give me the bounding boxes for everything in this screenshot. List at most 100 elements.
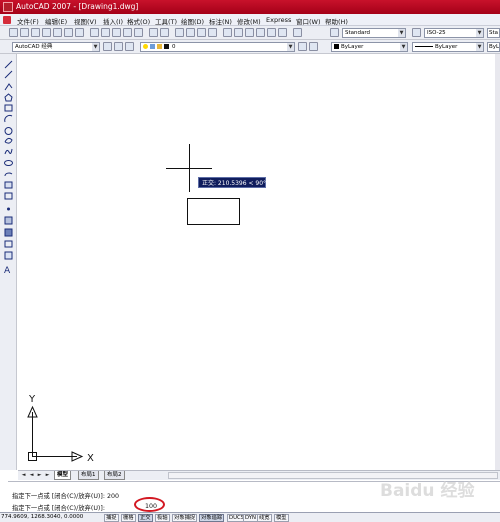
pan-icon[interactable] bbox=[175, 28, 184, 37]
snap-toggle[interactable]: 捕捉 bbox=[104, 514, 119, 522]
menu-modify[interactable]: 修改(M) bbox=[237, 16, 261, 26]
model-toggle[interactable]: 模型 bbox=[274, 514, 289, 522]
open-icon[interactable] bbox=[20, 28, 29, 37]
draw-tools: A bbox=[4, 60, 13, 276]
prev-tab-icon[interactable]: ◄ bbox=[28, 472, 35, 479]
ucs-icon bbox=[27, 405, 84, 462]
tool-palettes-icon[interactable] bbox=[245, 28, 254, 37]
quickcalc-icon[interactable] bbox=[278, 28, 287, 37]
cut-icon[interactable] bbox=[90, 28, 99, 37]
circle-icon[interactable] bbox=[4, 127, 13, 135]
bulb-icon bbox=[143, 44, 148, 49]
menu-dimension[interactable]: 标注(N) bbox=[209, 16, 232, 26]
layer-properties-icon[interactable] bbox=[125, 42, 134, 51]
gradient-icon[interactable] bbox=[4, 228, 13, 237]
redo-icon[interactable] bbox=[160, 28, 169, 37]
ucs-y-label: Y bbox=[28, 394, 36, 405]
paste-icon[interactable] bbox=[112, 28, 121, 37]
menu-format[interactable]: 格式(O) bbox=[127, 16, 150, 26]
grid-toggle[interactable]: 栅格 bbox=[121, 514, 136, 522]
color-swatch-icon bbox=[334, 44, 339, 49]
tab-layout2[interactable]: 布局2 bbox=[104, 471, 125, 480]
last-tab-icon[interactable]: ► bbox=[44, 472, 51, 479]
chevron-down-icon: ▼ bbox=[476, 43, 483, 51]
chevron-down-icon: ▼ bbox=[400, 43, 407, 51]
make-current-icon[interactable] bbox=[298, 42, 307, 51]
first-tab-icon[interactable]: ◄ bbox=[20, 472, 27, 479]
region-icon[interactable] bbox=[4, 240, 13, 248]
new-icon[interactable] bbox=[9, 28, 18, 37]
point-icon[interactable] bbox=[7, 207, 10, 211]
layer-select[interactable]: 0 ▼ bbox=[140, 42, 295, 52]
zoom-window-icon[interactable] bbox=[197, 28, 206, 37]
settings-icon[interactable] bbox=[103, 42, 112, 51]
polygon-icon[interactable] bbox=[4, 93, 13, 102]
insert-block-icon[interactable] bbox=[4, 181, 13, 189]
rectangle-icon[interactable] bbox=[4, 104, 13, 112]
lineweight-toggle[interactable]: 线宽 bbox=[257, 514, 272, 522]
markup-icon[interactable] bbox=[267, 28, 276, 37]
save-icon[interactable] bbox=[31, 28, 40, 37]
menu-express[interactable]: Express bbox=[266, 16, 291, 24]
ucs-x-label: X bbox=[87, 453, 94, 464]
ortho-toggle[interactable]: 正交 bbox=[138, 514, 153, 522]
help-icon[interactable] bbox=[293, 28, 302, 37]
menu-tools[interactable]: 工具(T) bbox=[155, 16, 177, 26]
menu-draw[interactable]: 绘图(D) bbox=[181, 16, 204, 26]
ellipse-arc-icon[interactable] bbox=[4, 172, 13, 177]
revcloud-icon[interactable] bbox=[4, 137, 13, 144]
color-select[interactable]: ByLayer ▼ bbox=[331, 42, 408, 52]
pin-icon[interactable] bbox=[114, 42, 123, 51]
menu-window[interactable]: 窗口(W) bbox=[296, 16, 321, 26]
design-center-icon[interactable] bbox=[234, 28, 243, 37]
publish-icon[interactable] bbox=[64, 28, 73, 37]
menu-insert[interactable]: 插入(I) bbox=[103, 16, 123, 26]
3d-dwf-icon[interactable] bbox=[75, 28, 84, 37]
document-icon[interactable] bbox=[3, 16, 11, 24]
osnap-toggle[interactable]: 对象捕捉 bbox=[172, 514, 198, 522]
make-block-icon[interactable] bbox=[4, 192, 13, 200]
dim-style-select[interactable]: ISO-25 ▼ bbox=[424, 28, 484, 38]
arc-icon[interactable] bbox=[4, 115, 13, 123]
text-style-icon bbox=[330, 28, 339, 37]
menu-view[interactable]: 视图(V) bbox=[74, 16, 97, 26]
menu-bar: 文件(F) 编辑(E) 视图(V) 插入(I) 格式(O) 工具(T) 绘图(D… bbox=[0, 14, 500, 26]
window-title: AutoCAD 2007 - [Drawing1.dwg] bbox=[16, 2, 139, 11]
plot-icon[interactable] bbox=[42, 28, 51, 37]
match-properties-icon[interactable] bbox=[123, 28, 132, 37]
workspace-select[interactable]: AutoCAD 经典 ▼ bbox=[12, 42, 100, 52]
construction-line-icon[interactable] bbox=[4, 70, 13, 79]
tab-model[interactable]: 模型 bbox=[54, 471, 72, 480]
dyn-toggle[interactable]: DYN bbox=[243, 514, 258, 522]
layer-previous-icon[interactable] bbox=[309, 42, 318, 51]
otrack-toggle[interactable]: 对象追踪 bbox=[199, 514, 225, 522]
vertical-scrollbar[interactable] bbox=[495, 54, 500, 470]
ellipse-icon[interactable] bbox=[4, 160, 13, 166]
autocad-logo-icon bbox=[3, 2, 13, 12]
undo-icon[interactable] bbox=[149, 28, 158, 37]
lineweight-select[interactable]: ByL bbox=[487, 42, 500, 52]
hatch-icon[interactable] bbox=[4, 216, 13, 225]
table-icon[interactable] bbox=[4, 251, 13, 260]
zoom-realtime-icon[interactable] bbox=[186, 28, 195, 37]
linetype-select[interactable]: ByLayer ▼ bbox=[412, 42, 484, 52]
plot-preview-icon[interactable] bbox=[53, 28, 62, 37]
sheet-set-icon[interactable] bbox=[256, 28, 265, 37]
text-style-select[interactable]: Standard ▼ bbox=[342, 28, 406, 38]
zoom-previous-icon[interactable] bbox=[208, 28, 217, 37]
polyline-icon[interactable] bbox=[4, 83, 13, 91]
multiline-text-icon[interactable]: A bbox=[4, 266, 11, 276]
spline-icon[interactable] bbox=[4, 148, 13, 155]
tab-layout1[interactable]: 布局1 bbox=[78, 471, 99, 480]
menu-file[interactable]: 文件(F) bbox=[17, 16, 39, 26]
line-tool-icon[interactable] bbox=[4, 60, 13, 69]
block-editor-icon[interactable] bbox=[134, 28, 143, 37]
next-tab-icon[interactable]: ► bbox=[36, 472, 43, 479]
table-style-select[interactable]: Sta bbox=[487, 28, 500, 38]
properties-icon[interactable] bbox=[223, 28, 232, 37]
polar-toggle[interactable]: 极轴 bbox=[155, 514, 170, 522]
menu-edit[interactable]: 编辑(E) bbox=[45, 16, 67, 26]
copy-icon[interactable] bbox=[101, 28, 110, 37]
menu-help[interactable]: 帮助(H) bbox=[325, 16, 348, 26]
drawing-canvas[interactable]: Y X bbox=[18, 54, 500, 470]
